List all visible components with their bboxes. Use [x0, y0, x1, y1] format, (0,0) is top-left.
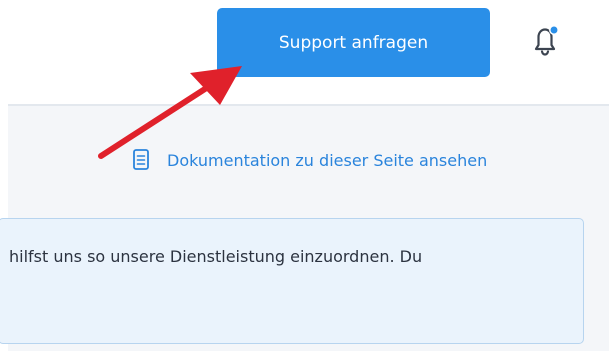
info-text: hilfst uns so unsere Dienstleistung einz…: [9, 247, 423, 266]
info-box: [0, 218, 584, 344]
bell-icon[interactable]: [525, 20, 565, 60]
documentation-link-label: Dokumentation zu dieser Seite ansehen: [167, 150, 488, 170]
documentation-link[interactable]: Dokumentation zu dieser Seite ansehen: [130, 148, 487, 172]
notification-dot: [549, 25, 559, 35]
document-icon: [133, 149, 149, 170]
request-support-button[interactable]: Support anfragen: [217, 8, 490, 77]
top-header: Support anfragen: [0, 0, 609, 104]
